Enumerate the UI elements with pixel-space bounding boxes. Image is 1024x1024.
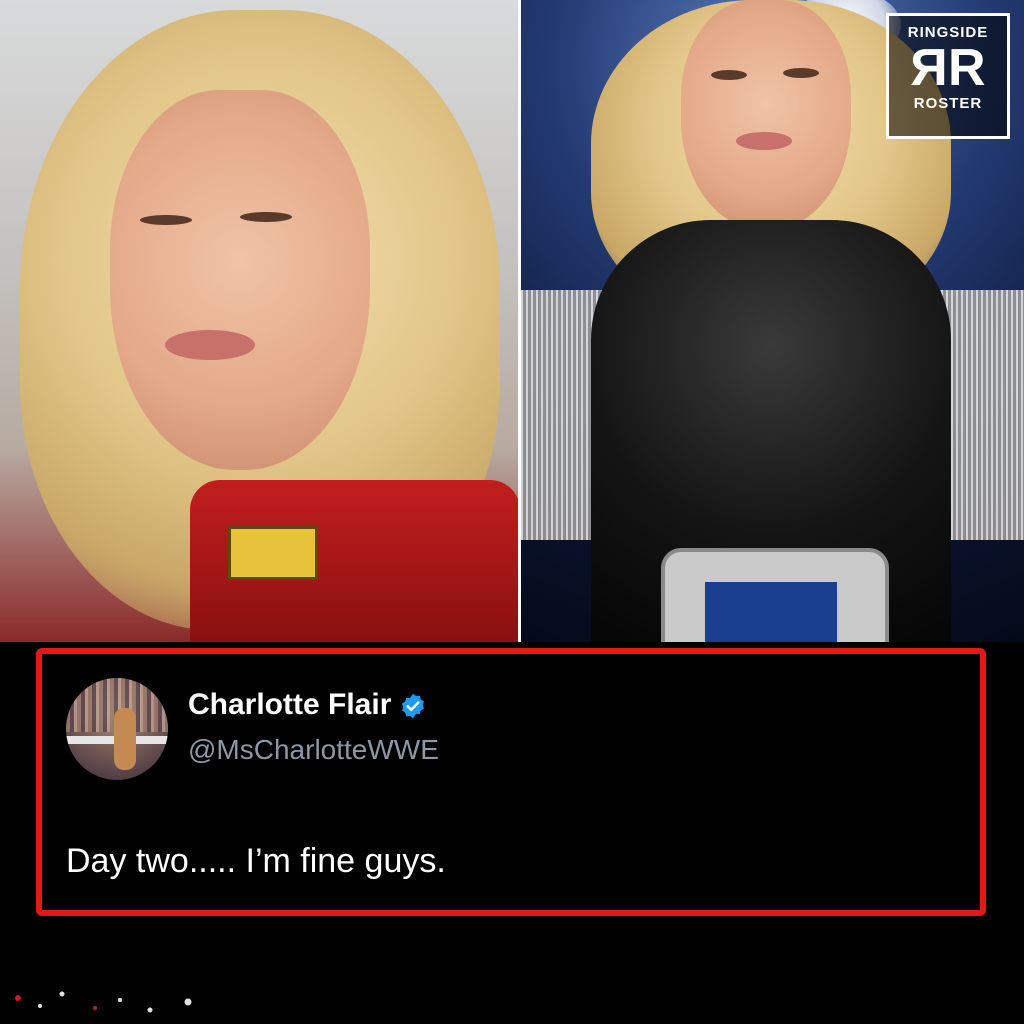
- right-eye: [240, 212, 292, 222]
- tweet-text: Day two..... I’m fine guys.: [66, 842, 446, 880]
- ringside-roster-logo: RINGSIDE RR ROSTER: [886, 13, 1010, 139]
- logo-bottom-text: ROSTER: [913, 95, 983, 112]
- logo-letter-left: R: [916, 39, 948, 97]
- lips: [736, 132, 792, 150]
- display-name-text[interactable]: Charlotte Flair: [188, 688, 391, 721]
- championship-belt: [661, 548, 889, 642]
- photo-crying-closeup: [0, 0, 518, 642]
- avatar[interactable]: [66, 678, 168, 780]
- left-eye: [711, 70, 747, 80]
- face-shape: [110, 90, 370, 470]
- logo-monogram: RR: [889, 39, 1007, 97]
- decorative-dots: [15, 991, 192, 1013]
- avatar-person: [114, 708, 136, 770]
- user-handle[interactable]: @MsCharlotteWWE: [188, 734, 439, 766]
- verified-badge-icon: [402, 693, 425, 719]
- face-shape: [681, 0, 851, 230]
- belt-plate: [705, 582, 837, 642]
- left-eye: [140, 215, 192, 225]
- tweet-card: Charlotte Flair @MsCharlotteWWE Day two.…: [36, 648, 986, 916]
- right-eye: [783, 68, 819, 78]
- logo-letter-right: R: [948, 39, 985, 97]
- photo-collage: RINGSIDE RR ROSTER: [0, 0, 1024, 642]
- display-name[interactable]: Charlotte Flair: [188, 688, 427, 722]
- lips: [165, 330, 255, 360]
- gold-buckle: [228, 526, 318, 580]
